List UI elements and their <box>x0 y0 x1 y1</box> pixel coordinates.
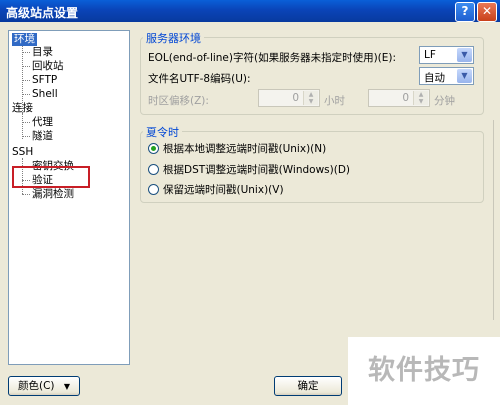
minutes-unit: 分钟 <box>434 95 455 107</box>
radio-unchecked-icon[interactable] <box>148 164 159 175</box>
utf8-select[interactable]: 自动 ▼ <box>419 67 474 85</box>
settings-tree: 环境 目录 回收站 SFTP Shell 连接 代理 隧道 SSH 密钥交换 验… <box>8 30 130 365</box>
minutes-stepper[interactable]: 0 ▲ ▼ <box>368 89 430 107</box>
color-button-label: 颜色(C) <box>17 380 55 392</box>
eol-select[interactable]: LF ▼ <box>419 46 474 64</box>
dst-option-windows[interactable]: 根据DST调整远端时间戳(Windows)(D) <box>148 162 350 177</box>
chevron-down-icon[interactable]: ▼ <box>457 69 472 83</box>
tree-connector <box>22 80 30 81</box>
eol-select-value: LF <box>424 49 436 61</box>
chevron-down-icon: ▼ <box>63 382 71 391</box>
tree-connector <box>22 52 30 53</box>
eol-label: EOL(end-of-line)字符(如果服务器未指定时使用)(E): <box>148 52 397 64</box>
tree-connector <box>22 122 30 123</box>
dst-option-label: 保留远端时间戳(Unix)(V) <box>163 184 284 196</box>
dst-option-label: 根据DST调整远端时间戳(Windows)(D) <box>163 164 351 176</box>
tree-item-shell[interactable]: Shell <box>32 88 58 101</box>
hours-unit: 小时 <box>324 95 345 107</box>
advanced-site-settings-dialog: 高级站点设置 ? ✕ 环境 目录 回收站 SFTP Shell 连接 代理 隧道… <box>0 0 500 405</box>
close-button[interactable]: ✕ <box>477 2 497 22</box>
radio-unchecked-icon[interactable] <box>148 184 159 195</box>
tree-item-vulnerability-check[interactable]: 漏洞检测 <box>32 188 74 201</box>
tree-connector <box>22 194 30 195</box>
spin-arrows-icon[interactable]: ▲ ▼ <box>303 91 318 105</box>
tree-item-recycle-bin[interactable]: 回收站 <box>32 60 64 73</box>
divider <box>493 120 494 320</box>
color-button[interactable]: 颜色(C) ▼ <box>8 376 80 396</box>
tree-item-ssh[interactable]: SSH <box>12 146 33 159</box>
tree-item-connection[interactable]: 连接 <box>12 102 33 115</box>
server-environment-label: 服务器环境 <box>143 30 204 46</box>
radio-checked-icon[interactable] <box>148 143 159 154</box>
title-bar: 高级站点设置 ? ✕ <box>0 0 500 22</box>
tree-connector <box>22 136 30 137</box>
help-button[interactable]: ? <box>455 2 475 22</box>
watermark: 软件技巧 <box>348 337 500 405</box>
dst-option-unix-local[interactable]: 根据本地调整远端时间戳(Unix)(N) <box>148 141 326 156</box>
minutes-value: 0 <box>402 92 409 104</box>
tree-item-tunnel[interactable]: 隧道 <box>32 130 53 143</box>
tree-item-proxy[interactable]: 代理 <box>32 116 53 129</box>
tree-item-directory[interactable]: 目录 <box>32 46 53 59</box>
hours-value: 0 <box>292 92 299 104</box>
spin-arrows-icon[interactable]: ▲ ▼ <box>413 91 428 105</box>
chevron-down-icon[interactable]: ▼ <box>457 48 472 62</box>
tree-item-sftp[interactable]: SFTP <box>32 74 57 87</box>
tree-item-environment[interactable]: 环境 <box>12 33 37 46</box>
dst-option-keep-remote[interactable]: 保留远端时间戳(Unix)(V) <box>148 182 284 197</box>
tree-connector <box>22 66 30 67</box>
utf8-select-value: 自动 <box>424 72 445 84</box>
dst-label: 夏令时 <box>143 124 182 140</box>
tree-connector <box>22 94 30 95</box>
hours-stepper[interactable]: 0 ▲ ▼ <box>258 89 320 107</box>
timezone-offset-label: 时区偏移(Z): <box>148 95 209 107</box>
dst-option-label: 根据本地调整远端时间戳(Unix)(N) <box>163 143 327 155</box>
highlight-annotation <box>12 166 90 188</box>
utf8-label: 文件名UTF-8编码(U): <box>148 73 251 85</box>
window-title: 高级站点设置 <box>6 6 79 20</box>
ok-button[interactable]: 确定 <box>274 376 342 396</box>
